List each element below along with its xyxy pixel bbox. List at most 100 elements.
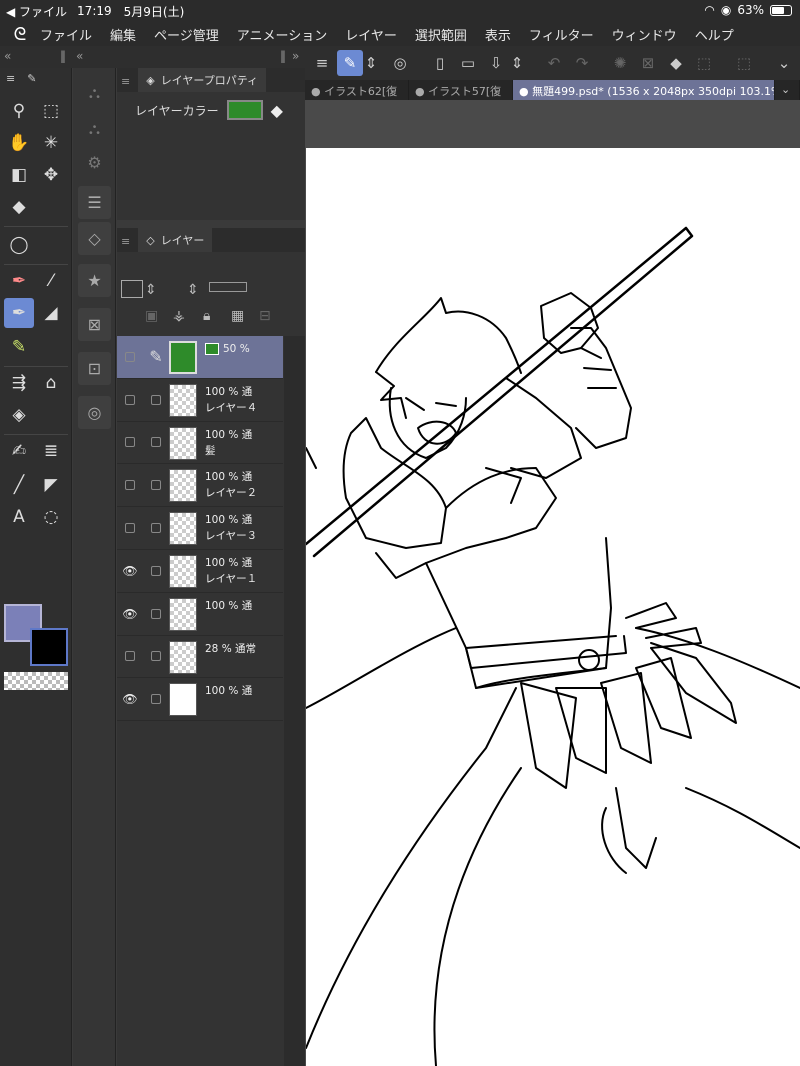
new-file-icon[interactable]: ▯ <box>427 50 453 76</box>
undo-icon[interactable]: ↶ <box>541 50 567 76</box>
layer-lock-toggle[interactable] <box>143 464 169 506</box>
eyedropper-tool-icon[interactable]: ⁄ <box>36 266 66 296</box>
layer-row[interactable]: 100 % 通 レイヤー２ ≡ <box>117 464 299 508</box>
sub-tool-icon[interactable]: ⛬ <box>78 76 111 109</box>
layer-tab[interactable]: ◇ レイヤー <box>138 228 213 252</box>
menu-window[interactable]: ウィンドウ <box>612 25 677 44</box>
ruler-tool-icon[interactable]: ◤ <box>36 470 66 500</box>
visibility-toggle[interactable] <box>117 464 143 506</box>
zoom-tool-icon[interactable]: ⚲ <box>4 96 34 126</box>
layer-lock-toggle[interactable] <box>143 636 169 678</box>
lock-transparency-icon[interactable]: ▦ <box>231 308 244 324</box>
line-tool-icon[interactable]: ╱ <box>4 470 34 500</box>
deselect-icon[interactable]: ⬚ <box>731 50 757 76</box>
move-tool-icon[interactable]: ✥ <box>36 160 66 190</box>
document-tab[interactable]: ● イラスト57[復 <box>409 80 513 100</box>
opacity-slider[interactable] <box>209 282 247 292</box>
save-icon[interactable]: ⇩ <box>483 50 509 76</box>
layer-row[interactable]: 👁︎ 100 % 通 レイヤー１ ≡ <box>117 550 299 593</box>
marker-tool-icon[interactable]: ✎ <box>4 332 34 362</box>
sub-tool-icon-3[interactable]: ⚙ <box>78 146 111 179</box>
menu-selection[interactable]: 選択範囲 <box>415 25 467 44</box>
bucket-tool-icon[interactable]: ◈ <box>4 400 34 430</box>
layer-lock-toggle[interactable] <box>143 678 169 720</box>
layer-property-panel-icon[interactable]: ☰ <box>78 186 111 219</box>
layer-row[interactable]: 100 % 通 レイヤー４ ≡ <box>117 379 299 422</box>
object-tool-icon[interactable]: ⬚ <box>36 96 66 126</box>
mask-toggle-icon[interactable]: ⊟ <box>259 308 271 324</box>
menu-icon[interactable]: ≡ <box>6 72 15 85</box>
open-file-icon[interactable]: ▭ <box>455 50 481 76</box>
visibility-toggle[interactable] <box>117 422 143 464</box>
quick-access-icon[interactable]: ◎ <box>387 50 413 76</box>
visibility-toggle[interactable] <box>117 507 143 549</box>
clip-icon[interactable]: ▣ <box>145 308 158 324</box>
material-panel-icon[interactable]: ★ <box>78 264 111 297</box>
visibility-toggle[interactable] <box>117 336 143 378</box>
clear-icon[interactable]: ⊠ <box>635 50 661 76</box>
menu-layer[interactable]: レイヤー <box>345 25 397 44</box>
fill-tool-icon[interactable]: ⇶ <box>4 368 34 398</box>
visibility-toggle[interactable] <box>117 636 143 678</box>
document-tab[interactable]: ● イラスト62[復 <box>305 80 409 100</box>
lock-layer-icon[interactable]: 🔒︎ <box>203 308 210 324</box>
tabs-dropdown-icon[interactable]: ⌄ <box>775 80 800 100</box>
layer-lock-toggle[interactable] <box>143 507 169 549</box>
sub-color-swatch[interactable] <box>30 628 68 666</box>
edit-mode-icon[interactable]: ✎ <box>337 50 363 76</box>
layer-property-tab[interactable]: ◈ レイヤープロパティ <box>138 68 267 92</box>
eye-icon[interactable]: 👁︎ <box>117 550 143 592</box>
fill-bucket-icon[interactable]: ◆ <box>271 101 283 120</box>
lasso-tool-icon[interactable]: ◯ <box>4 230 34 260</box>
frame-tool-icon[interactable]: ≣ <box>36 436 66 466</box>
hamburger-menu-icon[interactable]: ≡ <box>309 50 335 76</box>
menu-edit[interactable]: 編集 <box>110 25 136 44</box>
history-panel-icon[interactable]: ⊡ <box>78 352 111 385</box>
menu-file[interactable]: ファイル <box>40 25 92 44</box>
blend-tool-icon[interactable]: ◆ <box>4 192 34 222</box>
brush-tab-icon[interactable]: ✎ <box>27 72 36 85</box>
collapse-left-icon-2[interactable]: « <box>76 49 83 63</box>
search-panel-icon[interactable]: ◎ <box>78 396 111 429</box>
reference-layer-icon[interactable]: ⚶ <box>173 308 185 324</box>
layer-row[interactable]: 28 % 通常 ≡ <box>117 636 299 679</box>
menu-view[interactable]: 表示 <box>485 25 511 44</box>
document-tab-active[interactable]: ● 無題499.psd* (1536 x 2048px 350dpi 103.1… <box>513 80 775 100</box>
navigator-panel-icon[interactable]: ⊠ <box>78 308 111 341</box>
layer-row[interactable]: ✎ 50 % ≡ <box>117 336 299 379</box>
back-to-files-link[interactable]: ◀ ファイル <box>6 3 67 20</box>
pen-tool-icon[interactable]: ✒ <box>4 266 34 296</box>
layer-row[interactable]: 100 % 通 レイヤー３ ≡ <box>117 507 299 550</box>
opacity-stepper-icon[interactable]: ⇕ <box>187 282 199 298</box>
gradient-tool-icon[interactable]: ◧ <box>4 160 34 190</box>
layer-row[interactable]: 👁︎ 100 % 通 ≡ <box>117 593 299 636</box>
text-tool-icon[interactable]: A <box>4 502 34 532</box>
visibility-toggle[interactable] <box>117 379 143 421</box>
transform-icon[interactable]: ⬚ <box>691 50 717 76</box>
drawing-canvas[interactable] <box>306 148 800 1066</box>
menu-animation[interactable]: アニメーション <box>237 25 327 44</box>
selected-pen-tool-icon[interactable]: ✒ <box>4 298 34 328</box>
redo-icon[interactable]: ↷ <box>569 50 595 76</box>
layer-lock-toggle[interactable] <box>143 422 169 464</box>
sub-tool-icon-2[interactable]: ⛬ <box>78 112 111 145</box>
figure-tool-icon[interactable]: ⌂ <box>36 368 66 398</box>
panel-menu-icon[interactable]: ≡ <box>121 235 130 248</box>
chevron-down-icon[interactable]: ⌄ <box>771 50 797 76</box>
eye-icon[interactable]: 👁︎ <box>117 678 143 720</box>
layer-row[interactable]: 100 % 通 髪 ≡ <box>117 422 299 465</box>
expand-right-icon[interactable]: » <box>292 49 299 63</box>
hand-tool-icon[interactable]: ✋ <box>4 128 34 158</box>
balloon-tool-icon[interactable]: ◌ <box>36 502 66 532</box>
auto-select-tool-icon[interactable]: ✳ <box>36 128 66 158</box>
panel-menu-icon[interactable]: ≡ <box>121 75 130 88</box>
blend-stepper-icon[interactable]: ⇕ <box>145 282 157 298</box>
menu-filter[interactable]: フィルター <box>529 25 594 44</box>
fill-icon[interactable]: ◆ <box>663 50 689 76</box>
loading-icon[interactable]: ✺ <box>607 50 633 76</box>
save-stepper-icon[interactable]: ⇕ <box>509 50 525 76</box>
layer-row[interactable]: 👁︎ 100 % 通 ≡ <box>117 678 299 722</box>
eraser-tool-icon[interactable]: ◢ <box>36 298 66 328</box>
app-logo-icon[interactable]: ᘓ <box>0 24 40 45</box>
layer-list-scrollbar[interactable] <box>284 336 305 1066</box>
